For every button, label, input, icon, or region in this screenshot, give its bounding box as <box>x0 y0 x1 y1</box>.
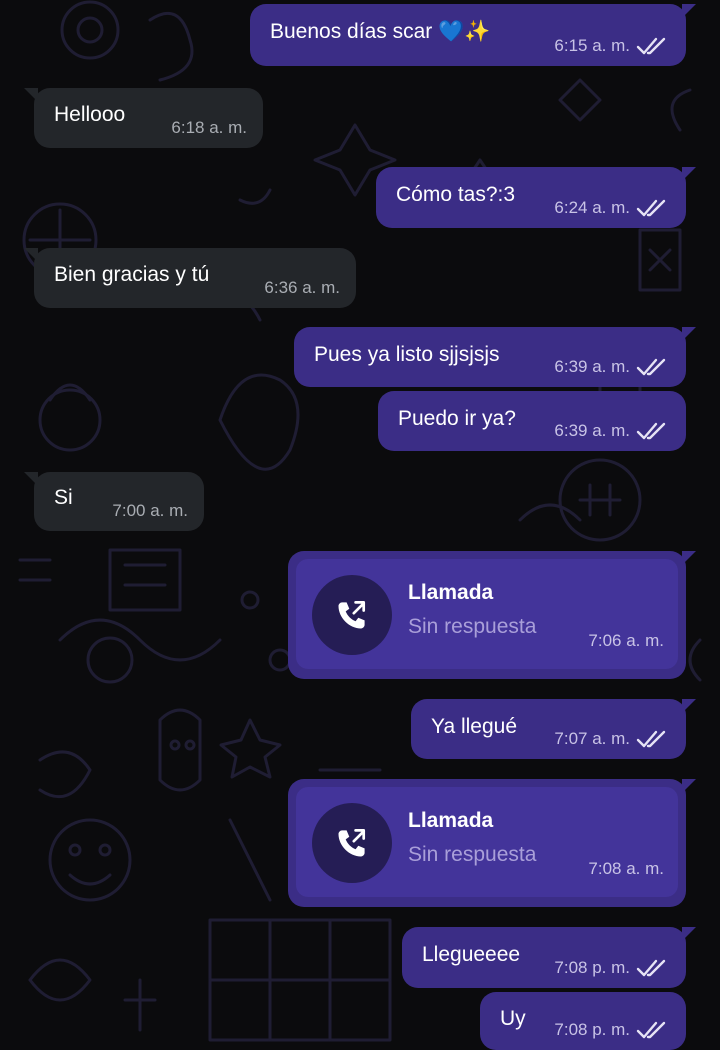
read-receipt-icon <box>636 358 666 376</box>
message-meta: 7:07 a. m. <box>554 729 670 749</box>
call-card[interactable]: Llamada Sin respuesta 7:06 a. m. <box>296 559 678 669</box>
read-receipt-icon <box>636 730 666 748</box>
message-meta: 7:08 p. m. <box>554 958 670 978</box>
message-text: Bien gracias y tú <box>54 263 210 286</box>
call-title: Llamada <box>408 809 494 832</box>
message-meta: 7:08 p. m. <box>554 1020 670 1040</box>
message-timestamp: 6:39 a. m. <box>554 357 630 376</box>
message-meta: 6:24 a. m. <box>554 198 670 218</box>
outgoing-message-bubble[interactable]: Buenos días scar 💙✨ 6:15 a. m. <box>250 4 696 66</box>
read-receipt-icon <box>636 37 666 55</box>
call-card[interactable]: Llamada Sin respuesta 7:08 a. m. <box>296 787 678 897</box>
outgoing-message-bubble[interactable]: Pues ya listo sjjsjsjs 6:39 a. m. <box>294 327 696 387</box>
message-timestamp: 7:08 p. m. <box>554 958 630 977</box>
outgoing-message-bubble[interactable]: Llegueeee 7:08 p. m. <box>402 927 696 988</box>
call-message-bubble[interactable]: Llamada Sin respuesta 7:06 a. m. <box>288 551 696 679</box>
incoming-message-bubble[interactable]: Si 7:00 a. m. <box>24 472 204 531</box>
message-timestamp: 7:08 p. m. <box>554 1020 630 1039</box>
message-text: Puedo ir ya? <box>398 407 516 430</box>
outgoing-message-bubble[interactable]: Uy 7:08 p. m. <box>480 992 686 1050</box>
message-text: Llegueeee <box>422 943 521 966</box>
call-icon-circle[interactable] <box>312 575 392 655</box>
message-text: Uy <box>500 1007 526 1030</box>
read-receipt-icon <box>636 1021 666 1039</box>
call-icon-circle[interactable] <box>312 803 392 883</box>
outgoing-message-bubble[interactable]: Cómo tas?:3 6:24 a. m. <box>376 167 696 228</box>
call-title: Llamada <box>408 581 494 604</box>
message-meta: 6:39 a. m. <box>554 357 670 377</box>
read-receipt-icon <box>636 959 666 977</box>
message-text: Hellooo <box>54 103 126 126</box>
outgoing-message-bubble[interactable]: Ya llegué 7:07 a. m. <box>411 699 696 759</box>
call-message-bubble[interactable]: Llamada Sin respuesta 7:08 a. m. <box>288 779 696 907</box>
message-timestamp: 6:15 a. m. <box>554 36 630 55</box>
message-meta: 6:15 a. m. <box>554 36 670 56</box>
outgoing-message-bubble[interactable]: Puedo ir ya? 6:39 a. m. <box>378 391 686 451</box>
read-receipt-icon <box>636 199 666 217</box>
message-timestamp: 7:06 a. m. <box>588 631 664 650</box>
message-meta: 6:39 a. m. <box>554 421 670 441</box>
message-meta: 6:36 a. m. <box>264 278 340 298</box>
message-timestamp: 7:00 a. m. <box>112 501 188 520</box>
message-text: Buenos días scar 💙✨ <box>270 20 491 43</box>
outgoing-call-icon <box>338 601 366 629</box>
outgoing-call-icon <box>338 829 366 857</box>
message-timestamp: 6:24 a. m. <box>554 198 630 217</box>
message-text: Cómo tas?:3 <box>396 183 516 206</box>
message-timestamp: 6:36 a. m. <box>264 278 340 297</box>
message-text: Pues ya listo sjjsjsjs <box>314 343 500 366</box>
incoming-message-bubble[interactable]: Hellooo 6:18 a. m. <box>24 88 263 148</box>
incoming-message-bubble[interactable]: Bien gracias y tú 6:36 a. m. <box>24 248 356 308</box>
message-timestamp: 7:07 a. m. <box>554 729 630 748</box>
message-meta: 7:00 a. m. <box>112 501 188 521</box>
message-list[interactable]: Buenos días scar 💙✨ 6:15 a. m. Hellooo 6:18… <box>0 0 720 1050</box>
call-status: Sin respuesta <box>408 843 537 866</box>
message-meta: 6:18 a. m. <box>171 118 247 138</box>
read-receipt-icon <box>636 422 666 440</box>
message-timestamp: 6:39 a. m. <box>554 421 630 440</box>
message-text: Ya llegué <box>431 715 518 738</box>
message-timestamp: 6:18 a. m. <box>171 118 247 137</box>
message-text: Si <box>54 486 73 509</box>
call-status: Sin respuesta <box>408 615 537 638</box>
message-timestamp: 7:08 a. m. <box>588 859 664 878</box>
